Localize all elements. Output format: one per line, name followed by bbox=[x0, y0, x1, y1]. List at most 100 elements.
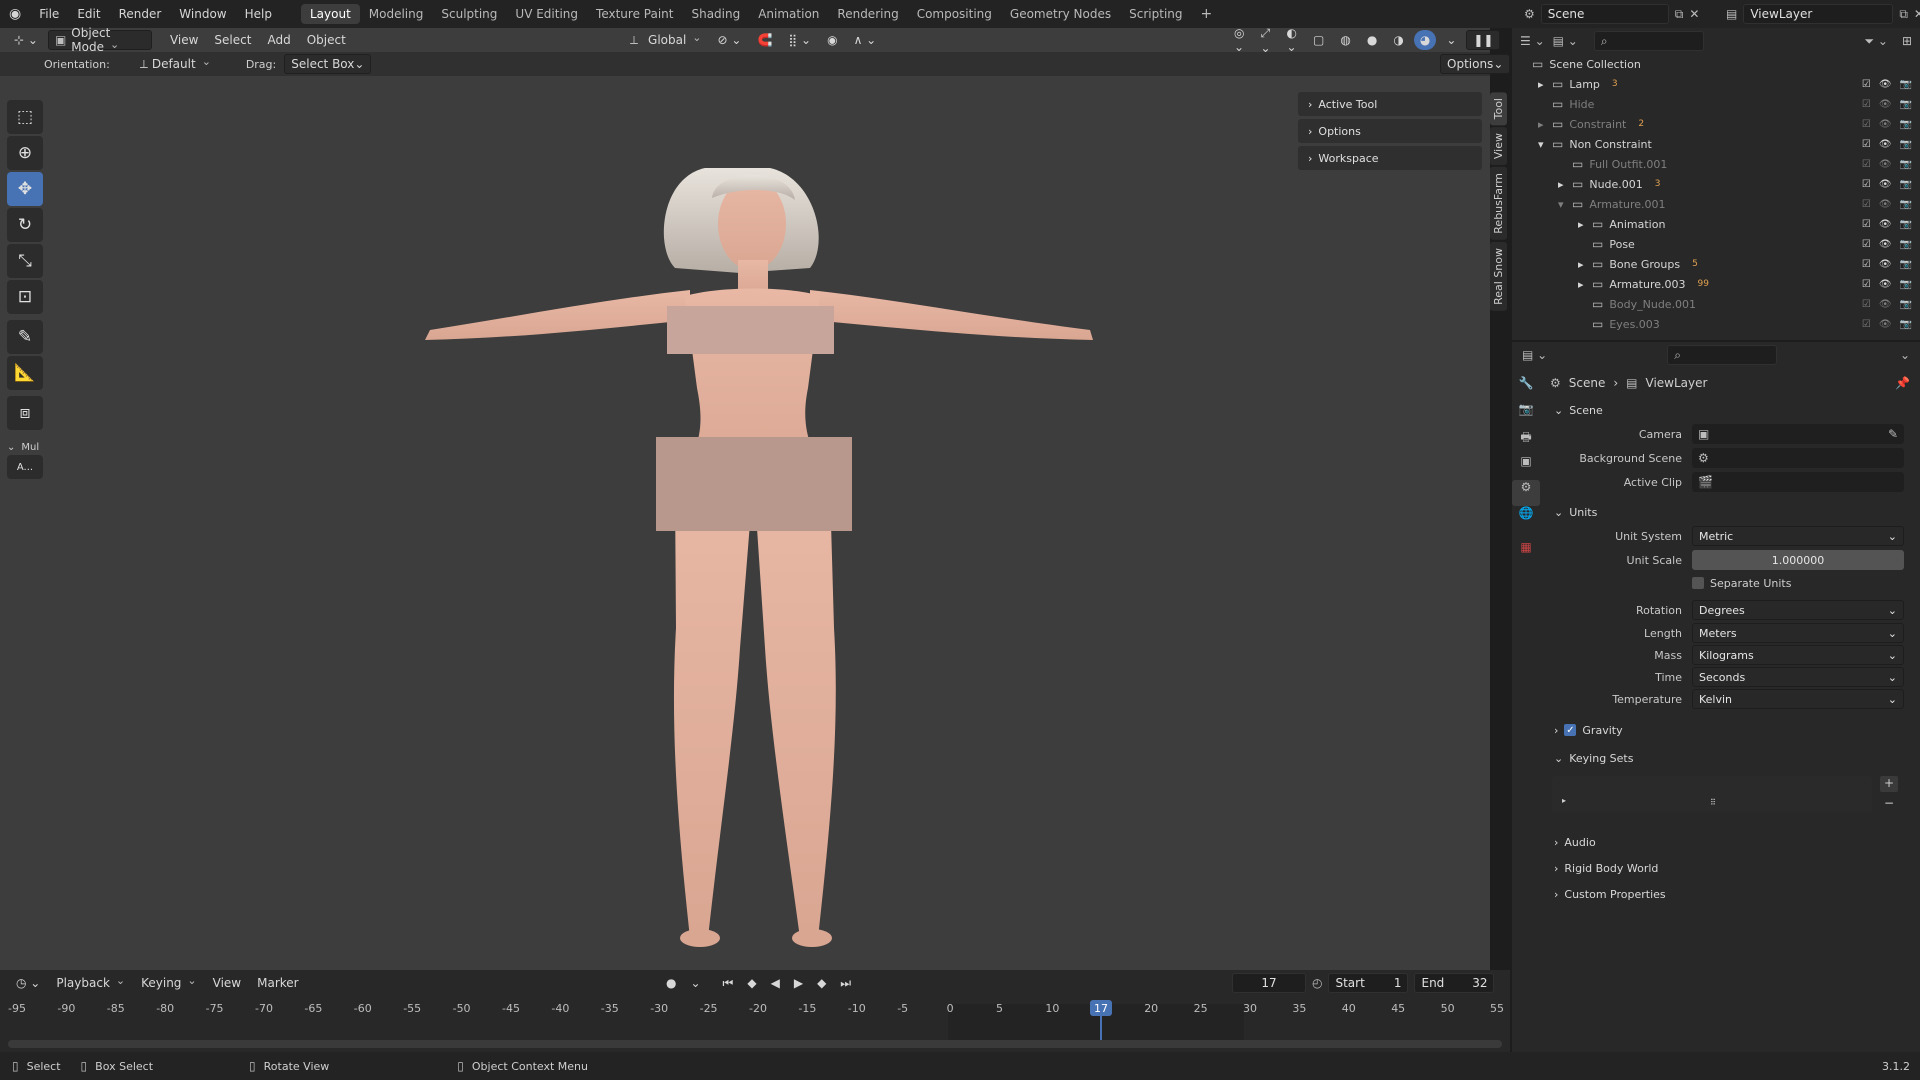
viewlayer-selector[interactable]: ViewLayer bbox=[1743, 4, 1894, 24]
npanel-options[interactable]: › Options bbox=[1298, 119, 1482, 143]
solid-shading-icon[interactable]: ● bbox=[1361, 30, 1383, 50]
filter-icon[interactable]: ⏷ ⌄ bbox=[1864, 34, 1887, 49]
tab-compositing[interactable]: Compositing bbox=[908, 4, 1001, 24]
tab-modeling[interactable]: Modeling bbox=[360, 4, 433, 24]
tab-rebusfarm[interactable]: RebusFarm bbox=[1490, 167, 1507, 241]
rotate-tool-icon[interactable]: ↻ bbox=[7, 208, 43, 242]
expand-right-icon[interactable]: ▸ bbox=[1558, 178, 1572, 191]
outliner-editor-type-icon[interactable]: ☰ ⌄ bbox=[1520, 34, 1545, 48]
expand-right-icon[interactable]: ▸ bbox=[1578, 218, 1592, 231]
npanel-active-tool[interactable]: › Active Tool bbox=[1298, 92, 1482, 116]
timeline-scrollbar[interactable] bbox=[8, 1040, 1502, 1048]
measure-tool-icon[interactable]: 📐 bbox=[7, 356, 43, 390]
orientation-selector[interactable]: ⟂ Default bbox=[134, 54, 230, 74]
outliner-row[interactable]: ▭ Hide ☑ 👁 📷 bbox=[1512, 94, 1920, 114]
record-options-icon[interactable]: ⌄ bbox=[684, 973, 706, 993]
record-icon[interactable]: ● bbox=[660, 973, 682, 993]
camera-icon[interactable]: 📷 bbox=[1900, 99, 1912, 110]
outliner-row[interactable]: ▸ ▭ Animation ☑ 👁 📷 bbox=[1512, 214, 1920, 234]
expand-icon[interactable]: ▸ bbox=[1562, 796, 1566, 805]
rendered-shading-icon[interactable]: ◕ bbox=[1413, 30, 1437, 50]
viewport-menu-view[interactable]: View bbox=[164, 30, 204, 50]
expand-right-icon[interactable]: ▸ bbox=[1578, 278, 1592, 291]
falloff-icon[interactable]: ∧ ⌄ bbox=[848, 30, 883, 50]
camera-icon[interactable]: 📷 bbox=[1900, 159, 1912, 170]
texture-tab-icon[interactable]: ▦ bbox=[1512, 540, 1540, 566]
length-select[interactable]: Meters ⌄ bbox=[1692, 623, 1904, 643]
eye-icon[interactable]: 👁 bbox=[1879, 299, 1892, 310]
tab-scripting[interactable]: Scripting bbox=[1120, 4, 1191, 24]
xray-icon[interactable]: ▢ bbox=[1307, 30, 1330, 50]
outliner-row[interactable]: ▭ Pose ☑ 👁 📷 bbox=[1512, 234, 1920, 254]
gizmo-icon[interactable]: ⤢ ⌄ bbox=[1254, 26, 1276, 55]
timeline-editor-type-icon[interactable]: ◷ ⌄ bbox=[10, 973, 46, 993]
keying-sets-section-header[interactable]: ⌄ Keying Sets bbox=[1542, 746, 1920, 770]
npanel-workspace[interactable]: › Workspace bbox=[1298, 146, 1482, 170]
outliner-row[interactable]: ▾ ▭ Armature.001 ☑ 👁 📷 bbox=[1512, 194, 1920, 214]
outliner-row[interactable]: ▭ Scene Collection bbox=[1512, 54, 1920, 74]
checkbox-icon[interactable]: ☑ bbox=[1862, 279, 1871, 290]
collapse-tool-panel[interactable]: ⌄ Mul bbox=[7, 442, 49, 453]
active-clip-field[interactable]: 🎬 bbox=[1692, 472, 1904, 492]
expand-right-icon[interactable]: ▸ bbox=[1538, 118, 1552, 131]
timeline-ruler[interactable]: -95 -90 -85 -80 -75 -70 -65 -60 -55 -50 -45 -40 -35-… bbox=[0, 996, 1510, 1052]
overlay-icon[interactable]: ◐ ⌄ bbox=[1281, 26, 1303, 54]
select-box-tool-icon[interactable]: ⬚ bbox=[7, 100, 43, 134]
shading-options-icon[interactable]: ⌄ bbox=[1440, 30, 1462, 50]
checkbox-icon[interactable]: ☑ bbox=[1862, 299, 1871, 310]
tab-layout[interactable]: Layout bbox=[300, 4, 360, 24]
eye-icon[interactable]: 👁 bbox=[1879, 99, 1892, 110]
camera-icon[interactable]: 📷 bbox=[1900, 319, 1912, 330]
wireframe-shading-icon[interactable]: ◍ bbox=[1334, 30, 1356, 50]
eyedropper-icon[interactable]: ✎ bbox=[1888, 427, 1898, 441]
add-keying-set-icon[interactable]: + bbox=[1880, 776, 1898, 792]
viewport-menu-object[interactable]: Object bbox=[301, 30, 352, 50]
expand-down-icon[interactable]: ▾ bbox=[1538, 138, 1552, 151]
tab-geometry-nodes[interactable]: Geometry Nodes bbox=[1001, 4, 1120, 24]
eye-icon[interactable]: 👁 bbox=[1879, 239, 1892, 250]
expand-right-icon[interactable]: ▸ bbox=[1578, 258, 1592, 271]
timeline-menu-keying[interactable]: Keying bbox=[135, 973, 203, 993]
eye-icon[interactable]: 👁 bbox=[1879, 259, 1892, 270]
outliner-row[interactable]: ▸ ▭ Armature.003 99 ☑ 👁 📷 bbox=[1512, 274, 1920, 294]
world-tab-icon[interactable]: 🌐 bbox=[1512, 506, 1540, 532]
tab-real-snow[interactable]: Real Snow bbox=[1490, 242, 1507, 312]
custom-properties-section-header[interactable]: › Custom Properties bbox=[1542, 882, 1920, 906]
timeline-menu-marker[interactable]: Marker bbox=[251, 973, 304, 993]
play-reverse-icon[interactable]: ◀ bbox=[765, 973, 786, 993]
properties-search-input[interactable]: ⌕ bbox=[1667, 345, 1778, 365]
camera-icon[interactable]: 📷 bbox=[1900, 219, 1912, 230]
next-keyframe-icon[interactable]: ◆ bbox=[811, 973, 832, 993]
new-viewlayer-icon[interactable]: ⧉ bbox=[1899, 7, 1908, 22]
tab-tool[interactable]: Tool bbox=[1490, 92, 1507, 126]
delete-scene-icon[interactable]: ✕ bbox=[1689, 7, 1699, 21]
timeline-menu-playback[interactable]: Playback bbox=[50, 973, 131, 993]
eye-icon[interactable]: 👁 bbox=[1879, 79, 1892, 90]
playhead-indicator[interactable]: 17 bbox=[1090, 1000, 1112, 1016]
outliner-row[interactable]: ▸ ▭ Lamp 3 ☑ 👁 📷 bbox=[1512, 74, 1920, 94]
snap-icon[interactable]: 🧲 bbox=[751, 30, 778, 50]
scene-selector[interactable]: Scene bbox=[1540, 4, 1669, 24]
time-select[interactable]: Seconds ⌄ bbox=[1692, 667, 1904, 687]
outliner-row[interactable]: ▭ Full Outfit.001 ☑ 👁 📷 bbox=[1512, 154, 1920, 174]
jump-start-icon[interactable]: ⏮ bbox=[717, 973, 740, 993]
eye-icon[interactable]: 👁 bbox=[1879, 319, 1892, 330]
camera-icon[interactable]: 📷 bbox=[1900, 299, 1912, 310]
render-tab-icon[interactable]: 📷 bbox=[1512, 402, 1540, 428]
unit-system-select[interactable]: Metric ⌄ bbox=[1692, 526, 1904, 546]
camera-icon[interactable]: 📷 bbox=[1900, 79, 1912, 90]
outliner-row[interactable]: ▭ Eyes.003 ☑ 👁 📷 bbox=[1512, 314, 1920, 334]
scene-icon[interactable]: ⚙ bbox=[1524, 7, 1535, 21]
checkbox-icon[interactable]: ☑ bbox=[1862, 79, 1871, 90]
pivot-point-icon[interactable]: ⊘ ⌄ bbox=[712, 30, 748, 50]
unit-scale-field[interactable]: 1.000000 bbox=[1692, 550, 1904, 570]
eye-icon[interactable]: 👁 bbox=[1879, 139, 1892, 150]
temperature-select[interactable]: Kelvin ⌄ bbox=[1692, 689, 1904, 709]
annotate-tool-icon[interactable]: ✎ bbox=[7, 320, 43, 354]
menu-help[interactable]: Help bbox=[236, 0, 281, 28]
new-scene-icon[interactable]: ⧉ bbox=[1675, 7, 1684, 22]
checkbox-icon[interactable]: ☑ bbox=[1862, 239, 1871, 250]
transform-tool-icon[interactable]: ⊡ bbox=[7, 280, 43, 314]
separate-units-checkbox[interactable] bbox=[1692, 577, 1704, 589]
cursor-tool-icon[interactable]: ⊕ bbox=[7, 136, 43, 170]
